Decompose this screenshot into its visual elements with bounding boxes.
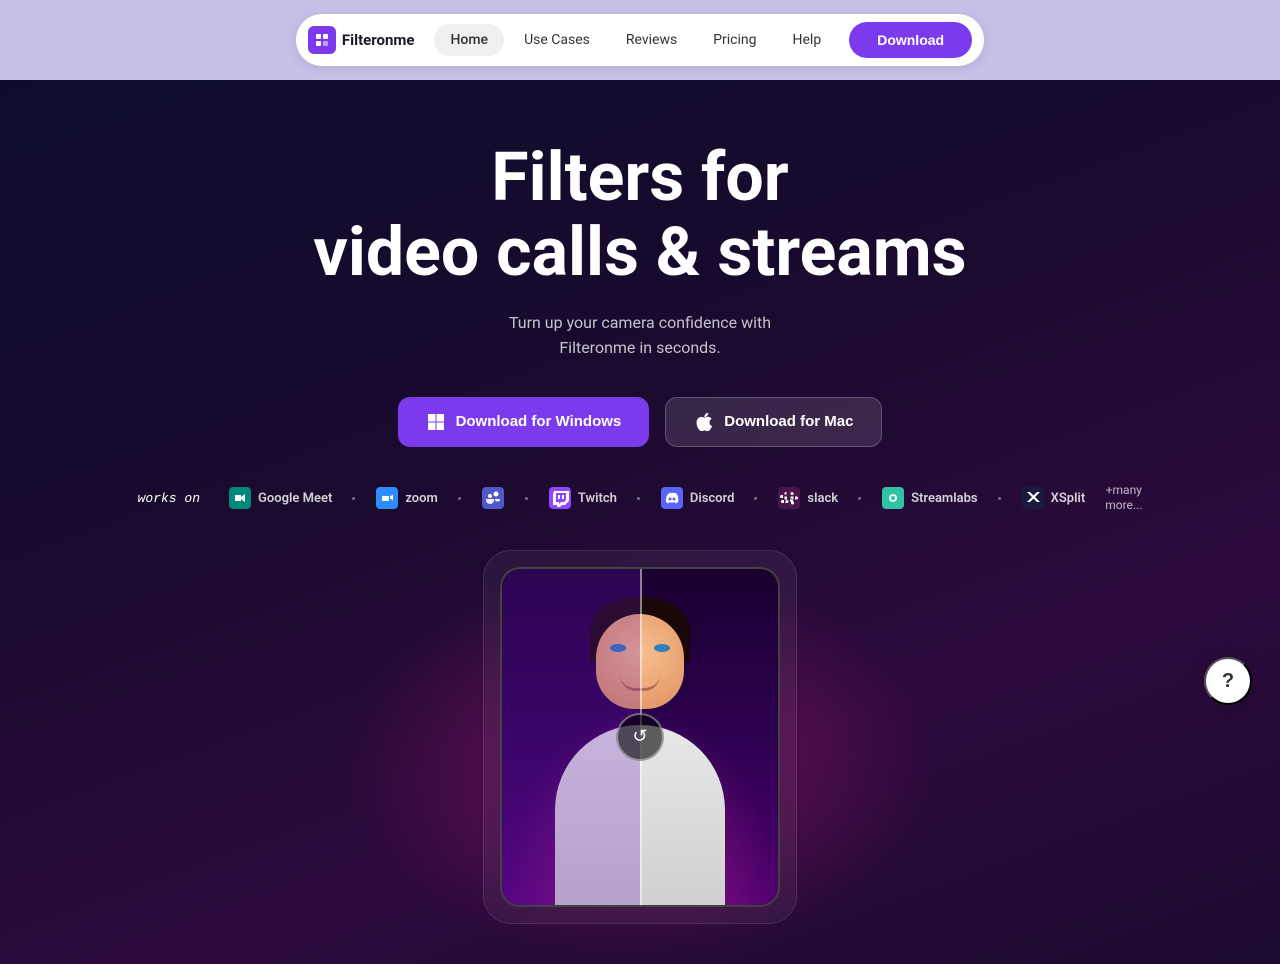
logo-icon [308,26,336,54]
video-frame: ↺ [500,567,780,907]
platform-slack: slack [777,486,838,510]
hero-buttons: Download for Windows Download for Mac [398,397,883,447]
rewind-icon: ↺ [632,726,647,747]
slack-icon [777,486,801,510]
navbar-wrapper: Filteronme Home Use Cases Reviews Pricin… [0,0,1280,80]
works-on-section: works on Google Meet [138,483,1143,514]
nav-home[interactable]: Home [434,24,504,56]
platform-google-meet: Google Meet [228,486,332,510]
hero-subtitle: Turn up your camera confidence with Filt… [509,310,771,361]
play-button[interactable]: ↺ [616,713,664,761]
apple-icon [694,412,714,432]
hero-title: Filters for video calls & streams [313,140,966,290]
nav-reviews[interactable]: Reviews [610,24,693,56]
platform-streamlabs: Streamlabs [881,486,978,510]
separator [858,497,861,500]
help-button[interactable]: ? [1204,657,1252,705]
video-preview-container: ↺ [483,550,797,924]
windows-icon [426,412,446,432]
separator [352,497,355,500]
platform-discord: Discord [660,486,735,510]
more-platforms-label: +manymore... [1105,483,1142,514]
separator [458,497,461,500]
nav-help[interactable]: Help [777,24,838,56]
nav-use-cases[interactable]: Use Cases [508,24,606,56]
nav-download-button[interactable]: Download [849,22,972,58]
twitch-icon [548,486,572,510]
xsplit-icon [1021,486,1045,510]
logo-text: Filteronme [342,31,415,49]
logo[interactable]: Filteronme [308,26,415,54]
navbar: Filteronme Home Use Cases Reviews Pricin… [296,14,984,66]
hero-title-line1: Filters for [313,140,966,215]
platform-xsplit: XSplit [1021,486,1086,510]
download-mac-button[interactable]: Download for Mac [665,397,882,447]
left-eye [610,644,626,652]
separator [525,497,528,500]
zoom-icon [375,486,399,510]
platform-logos: Google Meet zoom [228,483,1142,514]
google-meet-icon [228,486,252,510]
separator [998,497,1001,500]
separator [637,497,640,500]
platform-teams [481,486,505,510]
platform-zoom: zoom [375,486,437,510]
works-on-label: works on [138,491,200,506]
separator [754,497,757,500]
nav-pricing[interactable]: Pricing [697,24,772,56]
hero-section: Filters for video calls & streams Turn u… [0,80,1280,964]
hero-title-line2: video calls & streams [313,215,966,290]
discord-icon [660,486,684,510]
platform-twitch: Twitch [548,486,617,510]
streamlabs-icon [881,486,905,510]
teams-icon [481,486,505,510]
download-windows-button[interactable]: Download for Windows [398,397,650,447]
right-eye [654,644,670,652]
